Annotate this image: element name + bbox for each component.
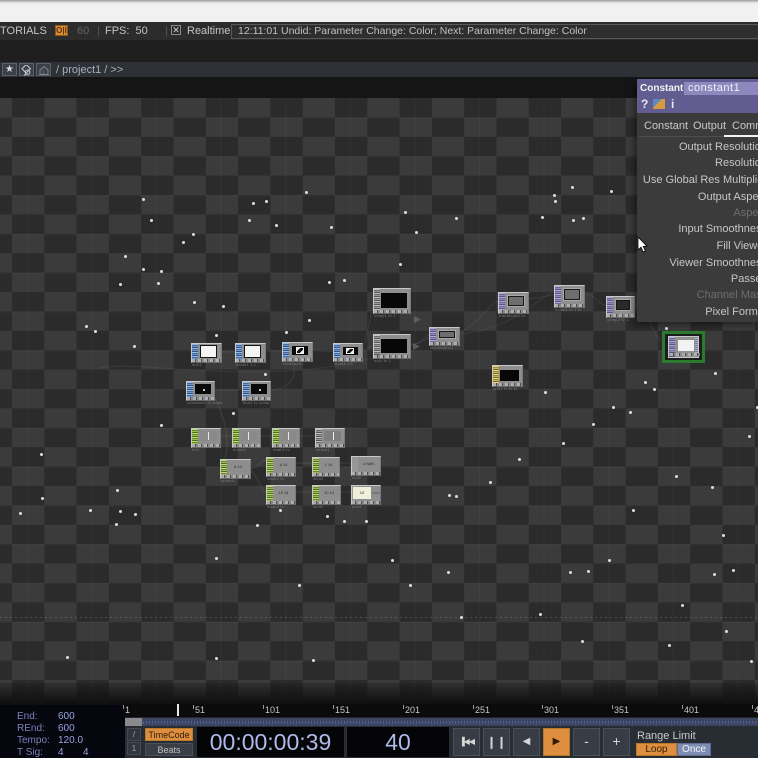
svg-text:1: 1 (42, 70, 45, 76)
